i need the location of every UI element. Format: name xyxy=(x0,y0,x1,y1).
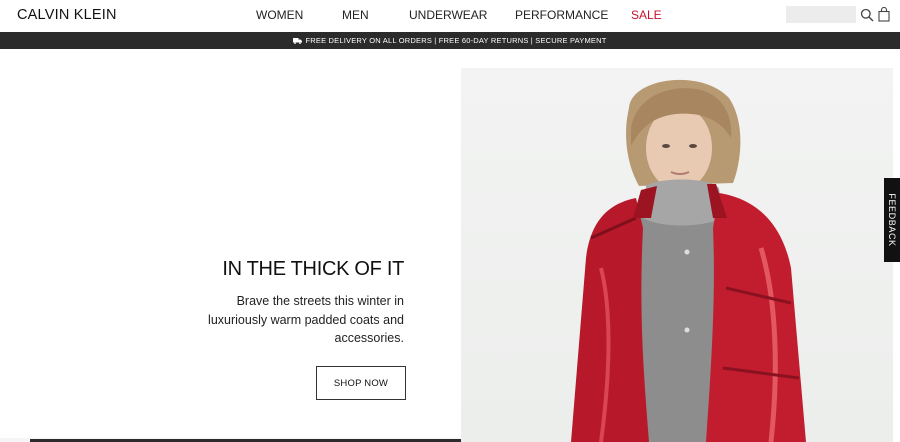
nav-item-women[interactable]: WOMEN xyxy=(256,8,303,22)
search-icon[interactable] xyxy=(860,8,874,22)
nav-item-men[interactable]: MEN xyxy=(342,8,369,22)
feedback-tab[interactable]: FEEDBACK xyxy=(884,178,900,262)
truck-icon xyxy=(293,38,303,44)
main-nav: WOMEN MEN UNDERWEAR PERFORMANCE SALE xyxy=(0,8,900,24)
nav-item-sale[interactable]: SALE xyxy=(631,8,662,22)
nav-item-performance[interactable]: PERFORMANCE xyxy=(515,8,608,22)
search-input[interactable] xyxy=(786,6,856,23)
shop-now-button[interactable]: SHOP NOW xyxy=(316,366,406,400)
hero-image[interactable] xyxy=(461,68,893,442)
promo-text: FREE DELIVERY ON ALL ORDERS | FREE 60-DA… xyxy=(305,36,607,45)
site-header: CALVIN KLEIN WOMEN MEN UNDERWEAR PERFORM… xyxy=(0,0,900,32)
promo-bar: FREE DELIVERY ON ALL ORDERS | FREE 60-DA… xyxy=(0,32,900,49)
hero-description: Brave the streets this winter in luxurio… xyxy=(208,294,404,345)
feedback-label: FEEDBACK xyxy=(887,193,897,247)
model-in-red-coat-image xyxy=(571,79,806,442)
shopping-bag-icon[interactable] xyxy=(878,7,890,22)
nav-item-underwear[interactable]: UNDERWEAR xyxy=(409,8,487,22)
hero-title: IN THE THICK OF IT xyxy=(222,258,404,280)
